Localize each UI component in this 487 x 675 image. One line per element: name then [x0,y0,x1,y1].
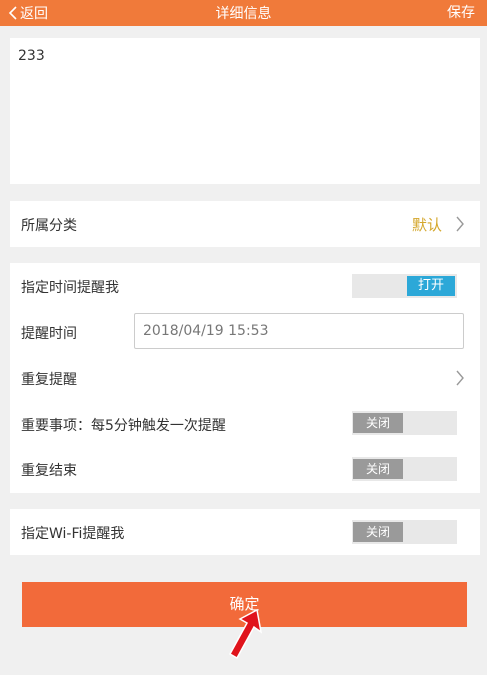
important-toggle[interactable]: 关闭 [352,411,457,435]
toggle-off-label: 关闭 [353,459,403,479]
wifi-reminder-row: 指定Wi-Fi提醒我 关闭 [10,509,480,555]
toggle-off-label: 关闭 [353,522,403,542]
chevron-right-icon [456,216,464,232]
reminder-time-label: 提醒时间 [21,326,77,342]
repeat-end-toggle[interactable]: 关闭 [352,457,457,481]
note-editor[interactable]: 233 [10,38,480,184]
category-row[interactable]: 所属分类 默认 [10,201,480,247]
important-label: 重要事项：每5分钟触发一次提醒 [21,418,226,434]
chevron-right-icon[interactable] [455,370,465,386]
page-title: 详细信息 [215,6,272,22]
timed-reminder-toggle[interactable]: 打开 [352,274,457,298]
toggle-off-label: 关闭 [353,413,403,433]
timed-reminder-label: 指定时间提醒我 [21,280,119,296]
reminder-time-field[interactable]: 2018/04/19 15:53 [134,313,464,349]
repeat-end-label: 重复结束 [21,463,77,479]
category-label: 所属分类 [21,218,77,234]
save-button[interactable]: 保存 [447,2,475,22]
pointer-arrow-icon [228,608,263,660]
reminder-settings: 指定时间提醒我 打开 提醒时间 2018/04/19 15:53 重复提醒 重要… [10,263,480,493]
note-text: 233 [18,48,45,64]
wifi-reminder-toggle[interactable]: 关闭 [352,520,457,544]
wifi-reminder-label: 指定Wi-Fi提醒我 [21,526,125,542]
header-bar: 返回 详细信息 保存 [0,0,487,26]
repeat-reminder-label[interactable]: 重复提醒 [21,369,77,389]
category-value: 默认 [411,216,442,234]
toggle-on-label: 打开 [407,276,455,296]
